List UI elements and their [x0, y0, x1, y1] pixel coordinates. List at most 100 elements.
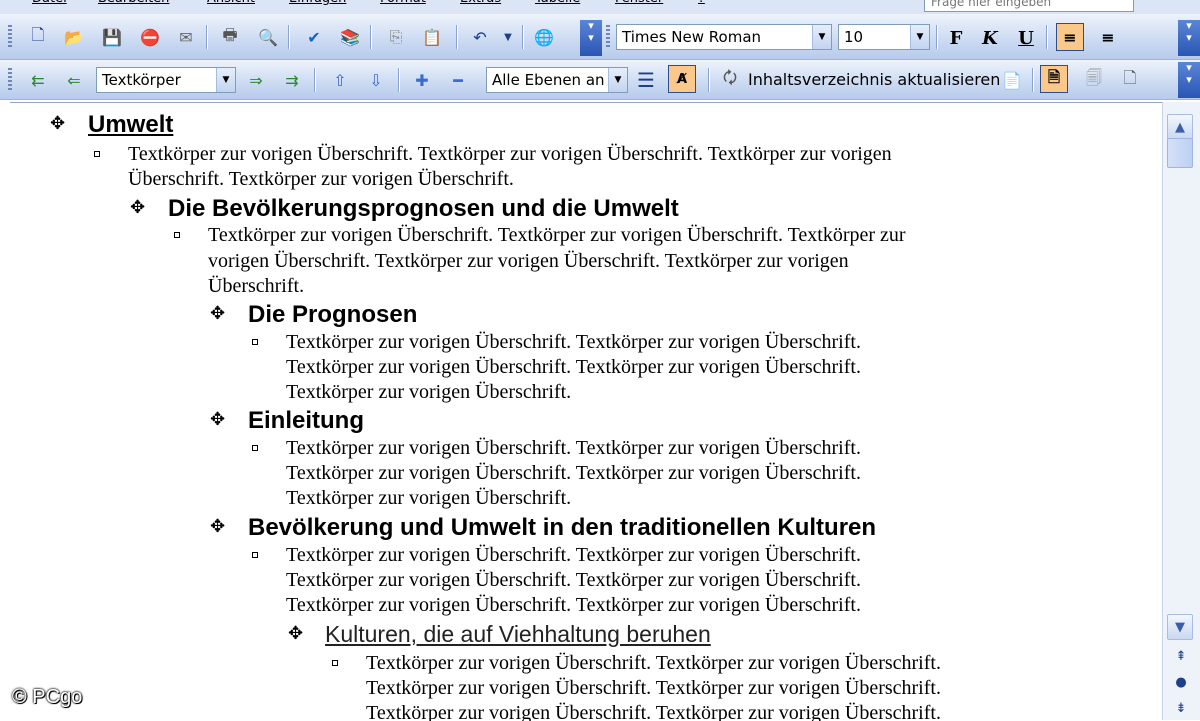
show-level-select[interactable]: Alle Ebenen an ▼	[486, 67, 628, 93]
body-text-line[interactable]: Textkörper zur vorigen Überschrift. Text…	[286, 569, 861, 592]
demote-icon[interactable]: ⇒	[244, 68, 268, 92]
body-text-bullet-icon[interactable]	[252, 552, 258, 558]
promote-icon[interactable]: ⇐	[62, 68, 86, 92]
expand-heading-icon[interactable]: ✥	[210, 409, 225, 430]
outline-heading[interactable]: Die Prognosen	[248, 301, 417, 329]
go-to-toc-icon[interactable]: 📄	[1000, 68, 1024, 92]
body-text-bullet-icon[interactable]	[252, 339, 258, 345]
body-text-line[interactable]: Textkörper zur vorigen Überschrift. Text…	[366, 677, 941, 700]
outline-level-select[interactable]: Textkörper ▼	[96, 67, 236, 93]
body-text-line[interactable]: Textkörper zur vorigen Überschrift.	[286, 487, 571, 510]
bold-button[interactable]: F	[942, 24, 970, 52]
separator	[288, 25, 290, 49]
toolbar-grip[interactable]	[606, 25, 610, 49]
print-preview-icon[interactable]: 🔍	[256, 25, 280, 49]
expand-icon[interactable]: ✚	[410, 68, 434, 92]
email-icon[interactable]: ✉	[174, 25, 198, 49]
menu-item[interactable]: Einfügen	[289, 0, 346, 6]
select-browse-object-icon[interactable]: ●	[1171, 672, 1191, 692]
new-document-icon[interactable]: 🗋	[26, 25, 50, 49]
master-document-view-button[interactable]: 🗎	[1040, 65, 1068, 93]
body-text-line[interactable]: Textkörper zur vorigen Überschrift. Text…	[208, 224, 906, 247]
body-text-bullet-icon[interactable]	[332, 660, 338, 666]
menu-item[interactable]: Tabelle	[535, 0, 580, 6]
body-text-bullet-icon[interactable]	[94, 151, 100, 157]
body-text-bullet-icon[interactable]	[174, 232, 180, 238]
scroll-thumb[interactable]	[1167, 138, 1193, 168]
expand-heading-icon[interactable]: ✥	[288, 623, 303, 644]
body-text-line[interactable]: Überschrift.	[208, 275, 304, 298]
menu-item[interactable]: Extras	[460, 0, 501, 6]
spelling-icon[interactable]: ✔	[302, 25, 326, 49]
body-text-line[interactable]: Überschrift. Textkörper zur vorigen Über…	[128, 168, 514, 191]
toolbar-grip[interactable]	[8, 25, 12, 49]
scroll-up-button[interactable]: ▲	[1167, 114, 1193, 140]
outline-heading[interactable]: Einleitung	[248, 407, 364, 435]
undo-icon[interactable]: ↶	[468, 25, 492, 49]
outline-heading[interactable]: Kulturen, die auf Viehhaltung beruhen	[325, 621, 711, 648]
demote-to-body-icon[interactable]: ⇉	[280, 68, 304, 92]
menu-item[interactable]: Datei	[32, 0, 67, 6]
toolbar-overflow-button[interactable]: ▾ ▾	[1178, 20, 1200, 56]
scroll-down-button[interactable]: ▼	[1167, 614, 1193, 640]
promote-to-heading1-icon[interactable]: ⇇	[26, 68, 50, 92]
permission-icon[interactable]: ⛔	[138, 25, 162, 49]
toolbar-overflow-button[interactable]: ▾ ▾	[1178, 62, 1200, 98]
update-toc-icon[interactable]: 🗘	[718, 68, 742, 92]
body-text-line[interactable]: Textkörper zur vorigen Überschrift.	[286, 381, 571, 404]
underline-button[interactable]: U	[1012, 24, 1040, 52]
body-text-line[interactable]: Textkörper zur vorigen Überschrift. Text…	[286, 544, 861, 567]
create-subdocument-icon[interactable]: 🗋	[1118, 68, 1142, 92]
show-formatting-button[interactable]: A̸	[668, 65, 696, 93]
align-left-button[interactable]: ≡	[1056, 23, 1084, 51]
body-text-line[interactable]: vorigen Überschrift. Textkörper zur vori…	[208, 250, 849, 273]
toolbar-overflow-button[interactable]: ▾ ▾	[580, 20, 602, 56]
watermark: © PCgo	[12, 686, 83, 708]
body-text-line[interactable]: Textkörper zur vorigen Überschrift. Text…	[286, 437, 861, 460]
body-text-line[interactable]: Textkörper zur vorigen Überschrift. Text…	[128, 143, 892, 166]
undo-dropdown-icon[interactable]: ▼	[496, 25, 520, 49]
document-outline-view[interactable]: ✥ Umwelt Textkörper zur vorigen Überschrif…	[10, 102, 1162, 721]
body-text-bullet-icon[interactable]	[252, 445, 258, 451]
open-folder-icon[interactable]: 📂	[62, 25, 86, 49]
align-center-button[interactable]: ≡	[1094, 23, 1122, 51]
show-first-line-icon[interactable]: ☰	[634, 68, 658, 92]
help-search-input[interactable]: Frage hier eingeben	[924, 0, 1134, 12]
font-size-select[interactable]: 10 ▼	[838, 24, 930, 50]
expand-heading-icon[interactable]: ✥	[50, 113, 65, 134]
vertical-scrollbar[interactable]: ▲ ▼ ⇞ ● ⇟	[1162, 102, 1200, 720]
save-icon[interactable]: 💾	[100, 25, 124, 49]
paste-icon[interactable]: 📋	[420, 25, 444, 49]
menu-item[interactable]: Ansicht	[207, 0, 255, 6]
font-name-select[interactable]: Times New Roman ▼	[616, 24, 832, 50]
hyperlink-icon[interactable]: 🌐	[532, 25, 556, 49]
collapse-icon[interactable]: ━	[446, 68, 470, 92]
print-icon[interactable]: 🖶	[218, 25, 242, 49]
previous-page-icon[interactable]: ⇞	[1171, 646, 1191, 666]
collapse-subdocuments-icon[interactable]: 🗐	[1082, 68, 1106, 92]
body-text-line[interactable]: Textkörper zur vorigen Überschrift. Text…	[286, 594, 861, 617]
expand-heading-icon[interactable]: ✥	[210, 303, 225, 324]
italic-button[interactable]: K	[976, 24, 1004, 52]
copy-icon[interactable]: ⎘	[384, 25, 408, 49]
body-text-line[interactable]: Textkörper zur vorigen Überschrift. Text…	[286, 462, 861, 485]
outline-heading[interactable]: Die Bevölkerungsprognosen und die Umwelt	[168, 195, 679, 223]
menu-item[interactable]: Format	[380, 0, 426, 6]
body-text-line[interactable]: Textkörper zur vorigen Überschrift. Text…	[366, 652, 941, 675]
update-toc-button[interactable]: Inhaltsverzeichnis aktualisieren	[748, 70, 1000, 89]
menu-item[interactable]: Bearbeiten	[98, 0, 169, 6]
body-text-line[interactable]: Textkörper zur vorigen Überschrift. Text…	[366, 702, 941, 721]
toolbar-grip[interactable]	[8, 68, 12, 92]
body-text-line[interactable]: Textkörper zur vorigen Überschrift. Text…	[286, 331, 861, 354]
menu-item[interactable]: ?	[698, 0, 705, 6]
move-up-icon[interactable]: ⇧	[328, 68, 352, 92]
expand-heading-icon[interactable]: ✥	[130, 197, 145, 218]
outline-heading[interactable]: Bevölkerung und Umwelt in den traditione…	[248, 514, 876, 542]
menu-item[interactable]: Fenster	[615, 0, 663, 6]
research-icon[interactable]: 📚	[338, 25, 362, 49]
expand-heading-icon[interactable]: ✥	[210, 516, 225, 537]
body-text-line[interactable]: Textkörper zur vorigen Überschrift. Text…	[286, 356, 861, 379]
move-down-icon[interactable]: ⇩	[364, 68, 388, 92]
outline-heading[interactable]: Umwelt	[88, 111, 173, 139]
next-page-icon[interactable]: ⇟	[1171, 698, 1191, 718]
